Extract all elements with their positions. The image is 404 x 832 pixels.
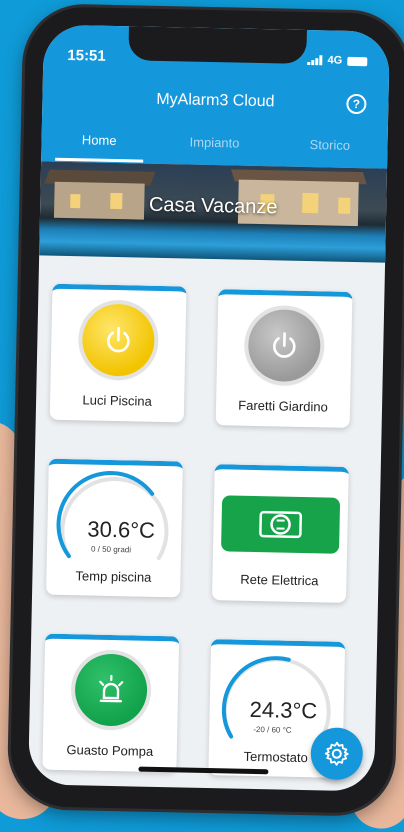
power-button[interactable] bbox=[248, 309, 321, 382]
app-title: MyAlarm3 Cloud bbox=[42, 88, 388, 113]
status-time: 15:51 bbox=[67, 47, 106, 65]
settings-fab[interactable] bbox=[310, 727, 363, 780]
tile-rete-elettrica[interactable]: Rete Elettrica bbox=[212, 464, 349, 603]
phone-screen: 15:51 4G MyAlarm3 Cloud ? Home Impianto … bbox=[28, 24, 390, 791]
tile-label: Rete Elettrica bbox=[212, 571, 346, 589]
temperature-range: 0 / 50 gradi bbox=[91, 545, 131, 555]
alarm-button[interactable] bbox=[74, 653, 147, 726]
gear-icon bbox=[324, 740, 351, 767]
tile-label: Faretti Giardino bbox=[216, 397, 350, 415]
tile-luci-piscina[interactable]: Luci Piscina bbox=[50, 284, 187, 423]
tab-impianto[interactable]: Impianto bbox=[156, 131, 272, 166]
tile-label: Temp piscina bbox=[46, 568, 180, 586]
battery-icon bbox=[347, 56, 367, 65]
power-status-indicator bbox=[221, 495, 340, 553]
power-icon bbox=[268, 329, 301, 362]
notch bbox=[128, 26, 307, 64]
siren-icon bbox=[95, 674, 128, 707]
power-icon bbox=[102, 324, 135, 357]
tile-faretti-giardino[interactable]: Faretti Giardino bbox=[216, 289, 353, 428]
thermostat-value: 24.3°C bbox=[249, 697, 317, 724]
tile-guasto-pompa[interactable]: Guasto Pompa bbox=[42, 634, 179, 773]
network-type: 4G bbox=[327, 54, 342, 66]
temperature-value: 30.6°C bbox=[87, 516, 155, 543]
power-plug-icon bbox=[256, 506, 305, 543]
tile-label: Guasto Pompa bbox=[43, 742, 177, 760]
power-button[interactable] bbox=[82, 303, 155, 376]
signal-icon bbox=[308, 55, 323, 65]
status-indicators: 4G bbox=[307, 54, 367, 67]
tile-temp-piscina[interactable]: 30.6°C 0 / 50 gradi Temp piscina bbox=[46, 459, 183, 598]
tab-storico[interactable]: Storico bbox=[272, 133, 388, 168]
tile-label: Luci Piscina bbox=[50, 392, 184, 410]
location-banner: Casa Vacanze bbox=[39, 161, 387, 262]
thermostat-range: -20 / 60 °C bbox=[253, 725, 292, 735]
